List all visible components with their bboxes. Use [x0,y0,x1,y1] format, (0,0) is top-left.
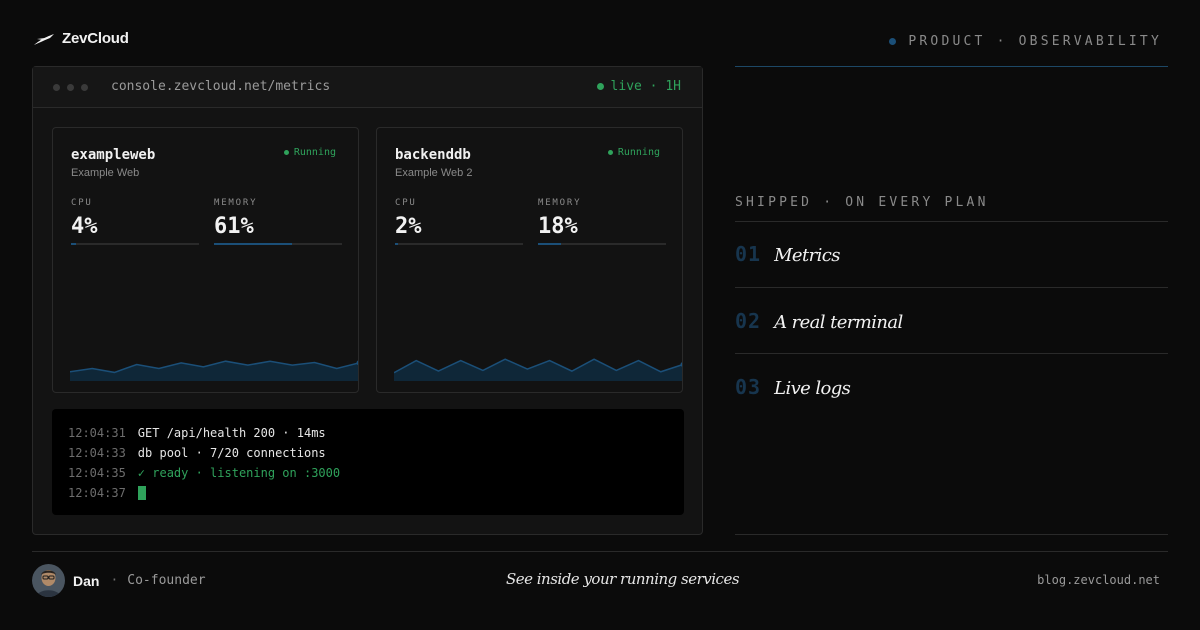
service-subtitle: Example Web [71,167,140,179]
sparkline-chart [394,358,682,381]
log-line: 12:04:35 ✓ ready · listening on :3000 [68,463,668,483]
window-dot-icon[interactable] [67,84,74,91]
feature-number: 02 [735,309,762,333]
feature-number: 03 [735,375,762,399]
brand[interactable]: ZevCloud [33,30,129,47]
console-window: console.zevcloud.net/metrics live · 1H e… [32,66,703,535]
status-dot-icon [283,150,289,155]
divider [735,287,1168,288]
memory-value: 18% [538,214,578,239]
cpu-bar-fill [395,243,398,245]
footer-divider [32,551,1168,552]
window-dot-icon[interactable] [81,84,88,91]
log-line: 12:04:37 [68,483,668,503]
log-message: ✓ ready · listening on :3000 [137,466,341,480]
live-dot-icon [596,83,604,90]
service-card[interactable]: exampleweb Example Web Running CPU 4% ME… [52,127,359,393]
service-name: exampleweb [71,147,156,163]
log-time: 12:04:33 [68,446,126,460]
terminal-log[interactable]: 12:04:31 GET /api/health 200 · 14ms 12:0… [52,409,684,515]
feature-item: 03 Live logs [735,375,851,399]
memory-bar [538,243,666,245]
log-message: db pool · 7/20 connections [137,446,326,460]
blog-domain-link[interactable]: blog.zevcloud.net [1037,573,1160,587]
divider [735,353,1168,354]
feature-item: 01 Metrics [735,242,840,266]
feature-item: 02 A real terminal [735,309,903,333]
cpu-label: CPU [71,198,93,208]
cpu-metric: CPU 4% [71,198,199,245]
divider [735,221,1168,222]
memory-metric: MEMORY 61% [214,198,342,245]
service-subtitle: Example Web 2 [395,167,473,179]
status-label: Running [293,147,336,158]
feature-label: A real terminal [774,312,903,333]
console-title-bar: console.zevcloud.net/metrics live · 1H [33,67,702,108]
swoosh-logo-icon [34,33,54,45]
kicker-dot-icon [889,38,897,45]
terminal-cursor[interactable] [137,486,146,500]
divider [735,534,1168,535]
live-label: live · 1H [610,79,681,94]
tagline: See inside your running services [505,570,740,588]
feature-label: Metrics [774,245,840,266]
live-indicator[interactable]: live · 1H [596,79,681,94]
cpu-bar-fill [71,243,77,245]
log-time: 12:04:37 [68,486,126,500]
feature-label: Live logs [774,378,851,399]
log-line: 12:04:31 GET /api/health 200 · 14ms [68,423,668,443]
cpu-value: 2% [395,214,422,239]
log-line: 12:04:33 db pool · 7/20 connections [68,443,668,463]
window-controls [53,84,88,91]
status-badge: Running [283,147,336,158]
cpu-value: 4% [71,214,98,239]
service-card[interactable]: backenddb Example Web 2 Running CPU 2% M… [376,127,683,393]
cpu-metric: CPU 2% [395,198,523,245]
log-time: 12:04:35 [68,466,126,480]
console-url[interactable]: console.zevcloud.net/metrics [111,79,330,94]
sparkline-chart [70,360,358,381]
window-dot-icon[interactable] [53,84,60,91]
memory-label: MEMORY [538,198,582,208]
cpu-label: CPU [395,198,417,208]
memory-value: 61% [214,214,254,239]
kicker-text: PRODUCT · OBSERVABILITY [908,34,1162,49]
features-heading: SHIPPED · ON EVERY PLAN [735,195,989,210]
log-time: 12:04:31 [68,426,126,440]
service-name: backenddb [395,147,471,163]
memory-metric: MEMORY 18% [538,198,666,245]
feature-number: 01 [735,242,762,266]
memory-bar-fill [214,243,293,245]
memory-bar-fill [538,243,562,245]
memory-label: MEMORY [214,198,258,208]
cpu-bar [71,243,199,245]
accent-divider [735,66,1168,67]
cpu-bar [395,243,523,245]
brand-name: ZevCloud [62,30,129,47]
log-message: GET /api/health 200 · 14ms [137,426,326,440]
status-dot-icon [607,150,613,155]
memory-bar [214,243,342,245]
status-badge: Running [607,147,660,158]
status-label: Running [617,147,660,158]
section-kicker: PRODUCT · OBSERVABILITY [889,34,1162,49]
